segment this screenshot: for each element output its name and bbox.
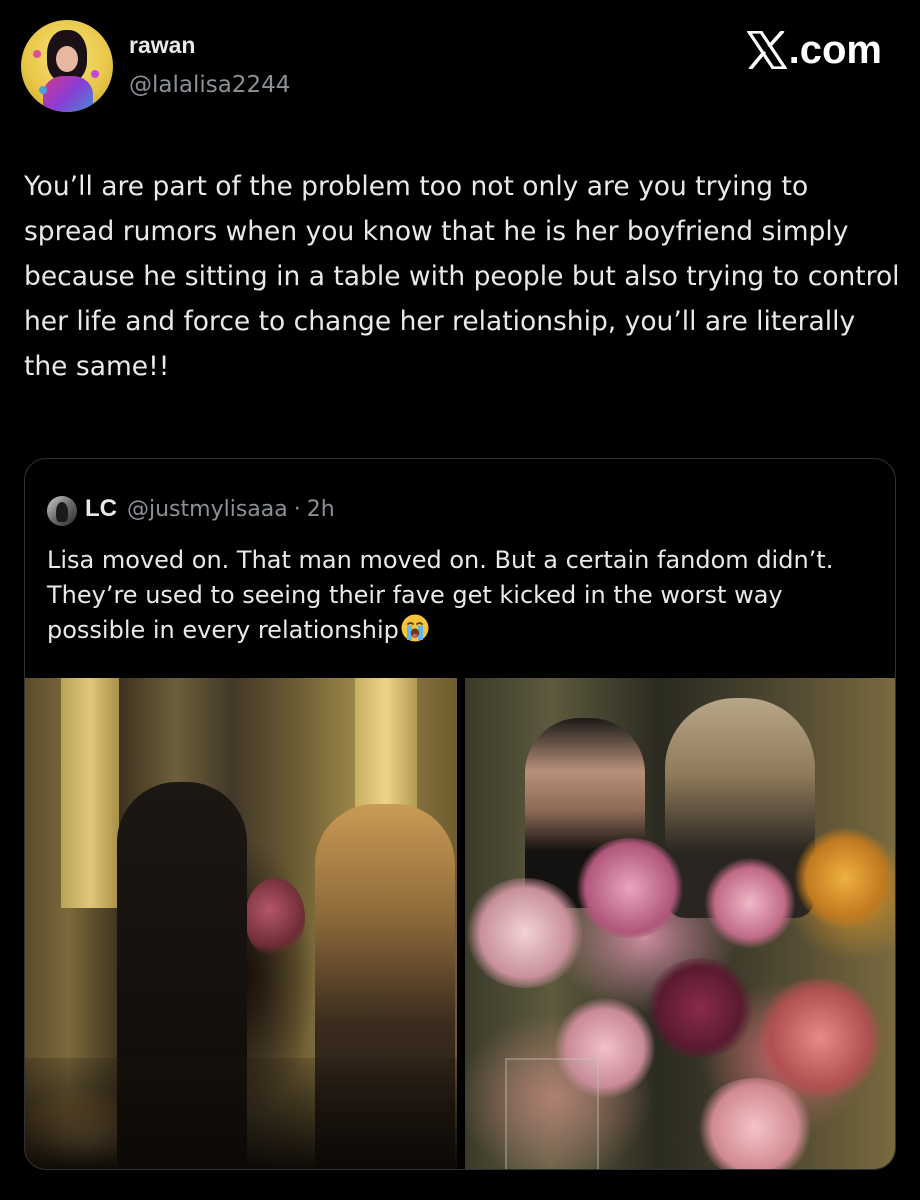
separator-dot: · <box>293 497 301 522</box>
quoted-author-avatar[interactable] <box>47 496 77 526</box>
quoted-post-text-block: Lisa moved on. That man moved on. But a … <box>47 543 882 648</box>
author-handle[interactable]: @lalalisa2244 <box>129 72 290 98</box>
quoted-author-display-name[interactable]: LC <box>85 495 117 523</box>
loudly-crying-face-icon <box>401 614 429 642</box>
photo-dinner-table-candlelight[interactable] <box>25 678 457 1169</box>
author-avatar[interactable] <box>21 20 113 112</box>
post-text: You’ll are part of the problem too not o… <box>24 171 908 382</box>
quoted-post-text: Lisa moved on. That man moved on. But a … <box>47 546 834 644</box>
quoted-post-header: LC @justmylisaaa · 2h <box>85 495 335 523</box>
quoted-author-handle[interactable]: @justmylisaaa <box>127 497 288 522</box>
author-display-name[interactable]: rawan <box>129 32 195 59</box>
quoted-post-timestamp[interactable]: 2h <box>307 497 335 522</box>
quoted-post-card[interactable]: LC @justmylisaaa · 2h Lisa moved on. Tha… <box>24 458 896 1170</box>
x-brand-watermark: .com <box>746 28 882 72</box>
photo-dinner-table-flowers[interactable] <box>465 678 895 1169</box>
brand-domain-text: .com <box>788 28 882 72</box>
x-logo-icon <box>746 31 787 69</box>
